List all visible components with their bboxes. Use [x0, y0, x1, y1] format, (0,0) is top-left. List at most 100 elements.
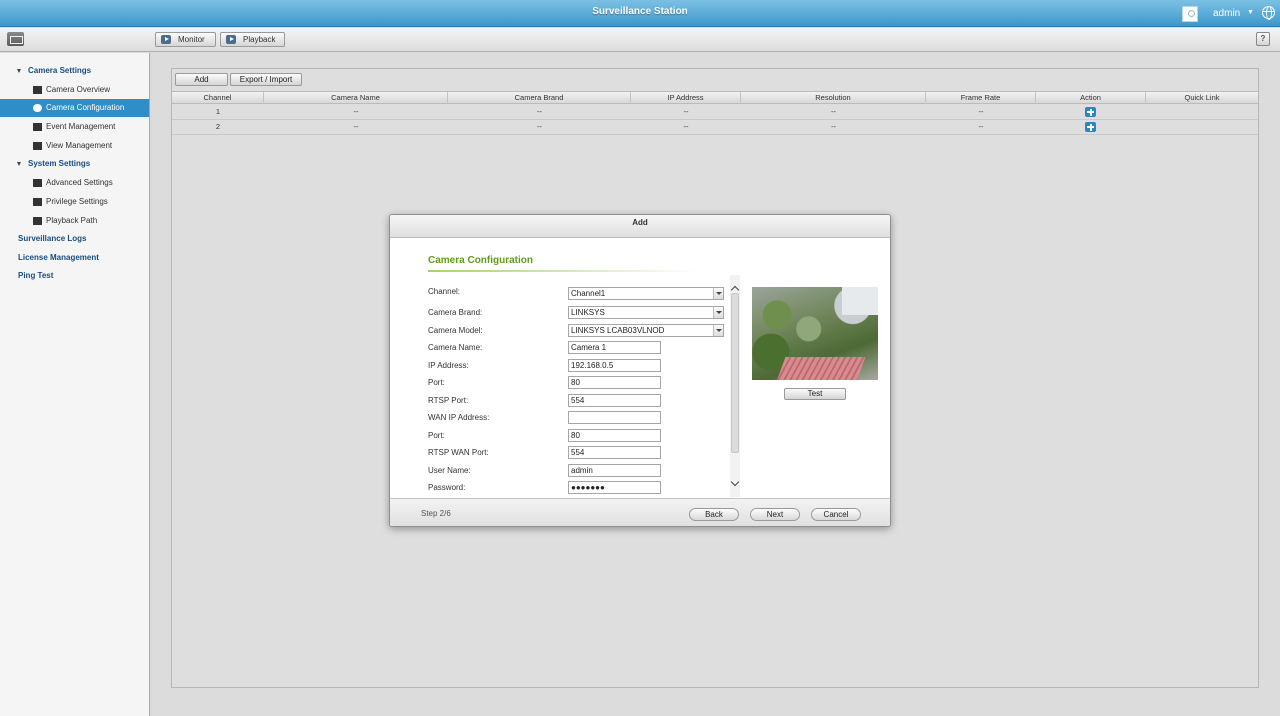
camera-brand-select[interactable]: LINKSYS — [568, 306, 724, 319]
camera-name-label: Camera Name: — [428, 343, 483, 352]
cell-resolution: -- — [831, 107, 836, 116]
username-label[interactable]: admin — [1213, 8, 1240, 19]
ip-address-input[interactable]: 192.168.0.5 — [568, 359, 661, 372]
sidebar-item-advanced-settings[interactable]: Advanced Settings — [0, 174, 149, 192]
channel-select[interactable]: Channel1 — [568, 287, 724, 300]
sidebar-group-label: Camera Settings — [28, 66, 92, 75]
collapse-triangle-icon[interactable] — [17, 162, 21, 166]
rtsp-port-input[interactable]: 554 — [568, 394, 661, 407]
column-header-resolution[interactable]: Resolution — [741, 92, 926, 104]
step-indicator: Step 2/6 — [421, 509, 451, 518]
playback-button[interactable]: Playback — [220, 32, 285, 47]
column-header-camera-name[interactable]: Camera Name — [264, 92, 448, 104]
cell-ip-address: -- — [683, 122, 689, 131]
password-label: Password: — [428, 483, 466, 492]
user-avatar-icon[interactable] — [1182, 6, 1198, 22]
add-camera-button[interactable]: Add — [175, 73, 228, 86]
monitor-label: Monitor — [178, 35, 205, 44]
camera-icon — [33, 104, 42, 112]
column-header-action[interactable]: Action — [1036, 92, 1146, 104]
user-menu-caret-icon[interactable]: ▼ — [1247, 9, 1254, 16]
column-header-channel[interactable]: Channel — [172, 92, 264, 104]
cell-camera-name: -- — [353, 107, 359, 116]
chevron-down-icon[interactable] — [730, 477, 740, 487]
add-camera-dialog: Add Camera Configuration Channel: Channe… — [389, 214, 891, 527]
camera-model-select[interactable]: LINKSYS LCAB03VLNOD — [568, 324, 724, 337]
sidebar-group-system-settings[interactable]: System Settings — [0, 155, 149, 173]
chevron-down-icon[interactable] — [713, 288, 723, 299]
wan-port-label: Port: — [428, 431, 445, 440]
monitor-icon — [161, 35, 171, 44]
dialog-footer: Step 2/6 Back Next Cancel — [390, 498, 890, 526]
table-row[interactable]: 1 -- -- -- -- -- — [172, 105, 1258, 120]
cell-camera-brand: -- — [537, 122, 542, 131]
globe-icon[interactable] — [1262, 6, 1275, 20]
column-header-camera-brand[interactable]: Camera Brand — [448, 92, 631, 104]
rtsp-wan-port-input[interactable]: 554 — [568, 446, 661, 459]
test-button[interactable]: Test — [784, 388, 846, 400]
ip-address-label: IP Address: — [428, 361, 469, 370]
add-plus-icon[interactable] — [1085, 107, 1096, 117]
scrollbar-thumb[interactable] — [731, 293, 739, 453]
cell-channel: 1 — [215, 107, 221, 116]
chevron-down-icon[interactable] — [713, 325, 723, 336]
playback-icon — [226, 35, 236, 44]
section-title: Camera Configuration — [428, 255, 534, 266]
monitor-button[interactable]: Monitor — [155, 32, 216, 47]
camera-preview-image — [752, 287, 878, 380]
sidebar-item-label: Privilege Settings — [46, 197, 108, 206]
add-plus-icon[interactable] — [1085, 122, 1096, 132]
preview-roof — [774, 357, 866, 380]
sidebar-item-camera-overview[interactable]: Camera Overview — [0, 81, 149, 99]
sidebar-item-label: Playback Path — [46, 216, 98, 225]
cell-frame-rate: -- — [978, 122, 984, 131]
channel-label: Channel: — [428, 287, 461, 296]
camera-brand-label: Camera Brand: — [428, 308, 483, 317]
sidebar-item-license-management[interactable]: License Management — [0, 249, 149, 267]
next-button[interactable]: Next — [750, 508, 800, 521]
channel-value: Channel1 — [571, 289, 606, 298]
sidebar-group-camera-settings[interactable]: Camera Settings — [0, 62, 149, 80]
user-name-input[interactable]: admin — [568, 464, 661, 477]
help-button[interactable]: ? — [1256, 32, 1270, 46]
sidebar-item-surveillance-logs[interactable]: Surveillance Logs — [0, 230, 149, 248]
column-header-frame-rate[interactable]: Frame Rate — [926, 92, 1036, 104]
cancel-button[interactable]: Cancel — [811, 508, 861, 521]
sidebar-item-view-management[interactable]: View Management — [0, 137, 149, 155]
form-scrollbar[interactable] — [730, 275, 740, 497]
dialog-title: Add — [390, 215, 890, 238]
port-label: Port: — [428, 378, 445, 387]
camera-model-value: LINKSYS LCAB03VLNOD — [571, 326, 665, 335]
camera-name-input[interactable]: Camera 1 — [568, 341, 661, 354]
cell-frame-rate: -- — [978, 107, 984, 116]
column-header-ip-address[interactable]: IP Address — [631, 92, 741, 104]
sidebar-item-ping-test[interactable]: Ping Test — [0, 267, 149, 285]
sidebar-item-playback-path[interactable]: Playback Path — [0, 212, 149, 230]
main-menu-icon[interactable] — [7, 32, 24, 46]
sidebar-item-label: Ping Test — [18, 271, 54, 280]
export-import-button[interactable]: Export / Import — [230, 73, 302, 86]
user-name-label: User Name: — [428, 466, 471, 475]
grid-icon — [33, 142, 42, 150]
back-button[interactable]: Back — [689, 508, 739, 521]
sidebar-item-label: Surveillance Logs — [18, 234, 87, 243]
wan-port-input[interactable]: 80 — [568, 429, 661, 442]
cell-channel: 2 — [215, 122, 221, 131]
wan-ip-address-input[interactable] — [568, 411, 661, 424]
toolbar: Monitor Playback ? — [0, 28, 1280, 52]
sidebar-item-privilege-settings[interactable]: Privilege Settings — [0, 193, 149, 211]
grid-icon — [33, 217, 42, 225]
app-title: Surveillance Station — [592, 6, 688, 17]
playback-label: Playback — [243, 35, 276, 44]
sidebar-item-event-management[interactable]: Event Management — [0, 118, 149, 136]
collapse-triangle-icon[interactable] — [17, 69, 21, 73]
user-icon — [33, 198, 42, 206]
password-input[interactable]: ●●●●●●● — [568, 481, 661, 494]
chevron-down-icon[interactable] — [713, 307, 723, 318]
wrench-icon — [33, 179, 42, 187]
column-header-quick-link[interactable]: Quick Link — [1146, 92, 1258, 104]
table-row[interactable]: 2 -- -- -- -- -- — [172, 120, 1258, 135]
sidebar-item-camera-configuration[interactable]: Camera Configuration — [0, 99, 149, 117]
port-input[interactable]: 80 — [568, 376, 661, 389]
sidebar-item-label: Camera Overview — [46, 85, 111, 94]
